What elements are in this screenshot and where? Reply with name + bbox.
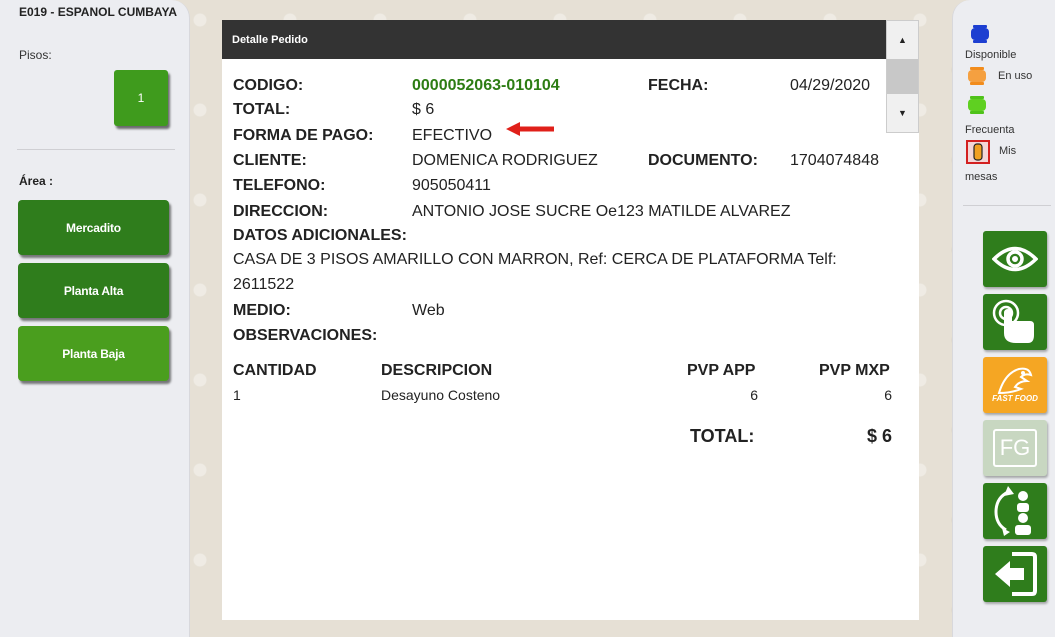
column-pvp-app: PVP APP — [687, 362, 756, 379]
area-button-mercadito[interactable]: Mercadito — [18, 200, 169, 255]
observaciones-label: OBSERVACIONES: — [233, 327, 378, 344]
divider — [963, 205, 1051, 206]
left-sidebar: E019 - ESPANOL CUMBAYA Pisos: 1 Área : M… — [0, 0, 190, 637]
blue-table-icon — [971, 25, 989, 43]
view-button[interactable] — [983, 231, 1047, 287]
fecha-value: 04/29/2020 — [790, 77, 871, 94]
fast-food-icon — [997, 367, 1033, 395]
total-label: TOTAL: — [233, 101, 291, 118]
telefono-value: 905050411 — [412, 177, 491, 194]
legend-en-uso: En uso — [998, 70, 1033, 82]
fast-food-label: FAST FOOD — [992, 394, 1038, 403]
right-sidebar: Disponible En uso Frecuenta Mis mesas FA… — [952, 0, 1055, 637]
medio-label: MEDIO: — [233, 302, 291, 319]
medio-value: Web — [412, 302, 445, 319]
codigo-value: 0000052063-010104 — [412, 77, 560, 94]
footer-total-label: TOTAL: — [690, 426, 755, 446]
area-label: Área : — [19, 174, 54, 188]
legend-disponible: Disponible — [965, 49, 1017, 61]
exit-button[interactable] — [983, 546, 1047, 602]
orange-table-icon — [968, 67, 986, 85]
column-pvp-mxp: PVP MXP — [819, 362, 890, 379]
column-descripcion: DESCRIPCION — [381, 362, 493, 379]
floor-button-1[interactable]: 1 — [114, 70, 168, 126]
divider — [17, 149, 175, 150]
legend-frecuenta: Frecuenta — [965, 124, 1015, 136]
documento-label: DOCUMENTO: — [648, 152, 758, 169]
restaurant-name: E019 - ESPANOL CUMBAYA — [19, 5, 178, 19]
area-button-planta-alta[interactable]: Planta Alta — [18, 263, 169, 318]
codigo-label: CODIGO: — [233, 77, 304, 94]
panel-title: Detalle Pedido — [222, 20, 886, 59]
chevron-up-icon[interactable]: ▲ — [887, 21, 918, 59]
direccion-value: ANTONIO JOSE SUCRE Oe123 MATILDE ALVAREZ — [412, 203, 791, 220]
documento-value: 1704074848 — [790, 152, 879, 169]
area-button-planta-baja[interactable]: Planta Baja — [18, 326, 169, 381]
red-table-icon — [966, 140, 990, 164]
chevron-down-icon[interactable]: ▼ — [887, 94, 918, 132]
cliente-label: CLIENTE: — [233, 152, 307, 169]
forma-pago-value: EFECTIVO — [412, 127, 493, 144]
cliente-value: DOMENICA RODRIGUEZ — [412, 152, 598, 169]
legend-mesas: mesas — [965, 171, 998, 183]
waiter-switch-button[interactable] — [983, 483, 1047, 539]
red-arrow-icon — [506, 122, 554, 136]
item-pvp-mxp: 6 — [884, 387, 892, 403]
telefono-label: TELEFONO: — [233, 177, 326, 194]
eye-icon — [992, 246, 1038, 272]
footer-total-value: $ 6 — [866, 426, 892, 446]
total-value: $ 6 — [412, 101, 435, 118]
scroll-thumb[interactable] — [887, 59, 918, 94]
item-pvp-app: 6 — [750, 387, 758, 403]
column-cantidad: CANTIDAD — [233, 362, 317, 379]
fast-food-button[interactable]: FAST FOOD — [983, 357, 1047, 413]
datos-adicionales-label: DATOS ADICIONALES: — [233, 227, 407, 244]
order-detail-panel: Detalle Pedido ▲ ▼ CODIGO: 0000052063-01… — [222, 20, 919, 620]
scrollbar[interactable]: ▲ ▼ — [886, 20, 919, 133]
exit-icon — [995, 552, 1037, 596]
direccion-label: DIRECCION: — [233, 203, 329, 220]
fg-icon: FG — [993, 429, 1037, 467]
pisos-label: Pisos: — [19, 48, 52, 62]
forma-pago-label: FORMA DE PAGO: — [233, 127, 374, 144]
waiter-switch-icon — [994, 486, 1031, 536]
datos-adicionales-line2: 2611522 — [233, 276, 295, 293]
touch-icon — [992, 299, 1034, 343]
touch-button[interactable] — [983, 294, 1047, 350]
item-descripcion: Desayuno Costeno — [381, 387, 501, 403]
item-cantidad: 1 — [233, 387, 241, 403]
green-table-icon — [968, 96, 986, 114]
legend-mis: Mis — [999, 145, 1017, 157]
datos-adicionales-line1: CASA DE 3 PISOS AMARILLO CON MARRON, Ref… — [233, 251, 837, 268]
fg-button[interactable]: FG — [983, 420, 1047, 476]
fecha-label: FECHA: — [648, 77, 709, 94]
